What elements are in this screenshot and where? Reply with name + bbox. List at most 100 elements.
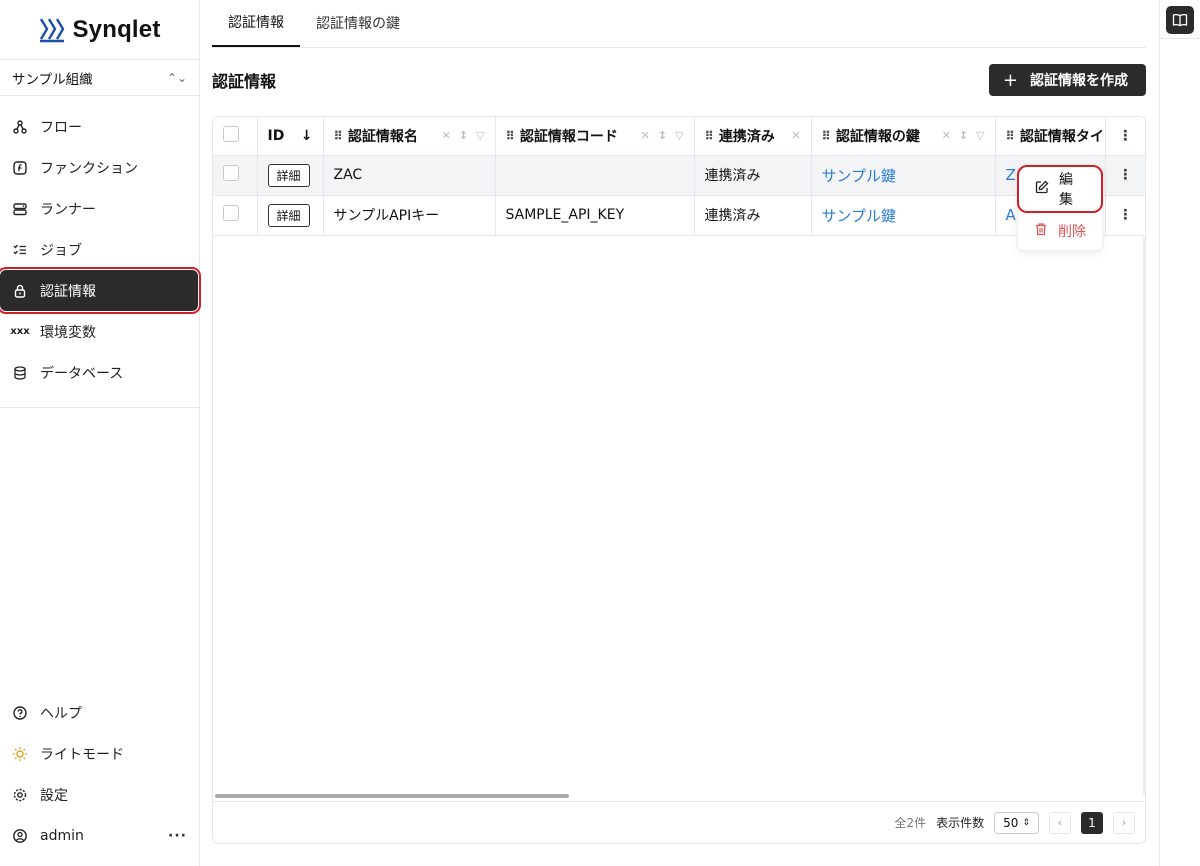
page-title: 認証情報 — [212, 72, 277, 91]
header-kebab-icon[interactable]: ⋮ — [1105, 117, 1145, 156]
nav-label: ランナー — [40, 201, 96, 218]
synqlet-logo-icon — [40, 17, 65, 42]
main-content: 認証情報 認証情報の鍵 認証情報 + 認証情報を作成 ID ↓ ⠿ 認証情報名 ✕ ↕ ▽… — [212, 0, 1146, 866]
nav-label: ライトモード — [40, 746, 124, 763]
filter-icon[interactable]: ▽ — [476, 129, 484, 142]
column-header-linked[interactable]: ⠿ 連携済み ✕ — [694, 117, 812, 156]
column-header-name[interactable]: ⠿ 認証情報名 ✕ ↕ ▽ — [323, 117, 496, 156]
chevron-updown-icon: ⇕ — [1022, 817, 1030, 828]
drag-handle-icon[interactable]: ⠿ — [822, 129, 831, 143]
nav-item-env[interactable]: xxx 環境変数 — [0, 311, 199, 352]
key-link[interactable]: サンプル鍵 — [822, 167, 897, 185]
row-checkbox[interactable] — [223, 205, 239, 221]
menu-item-delete[interactable]: 削除 — [1018, 211, 1102, 251]
nav-item-help[interactable]: ヘルプ — [0, 692, 199, 733]
help-icon — [12, 705, 28, 721]
detail-button[interactable]: 詳細 — [267, 203, 310, 227]
nav-label: 認証情報 — [40, 283, 96, 300]
prev-page-button[interactable]: ‹ — [1049, 811, 1071, 834]
row-linked: 連携済み — [694, 155, 812, 196]
drag-handle-icon[interactable]: ⠿ — [506, 129, 515, 143]
job-list-icon — [12, 242, 28, 258]
column-label: 連携済み — [718, 128, 775, 145]
nav-item-settings[interactable]: 設定 — [0, 774, 199, 815]
row-checkbox[interactable] — [223, 165, 239, 181]
nav-item-flow[interactable]: フロー — [0, 106, 199, 147]
per-page-value: 50 — [1003, 815, 1019, 830]
horizontal-scrollbar[interactable] — [215, 794, 569, 798]
select-all-checkbox[interactable] — [223, 125, 239, 142]
brand-name: Synqlet — [72, 15, 161, 43]
column-header-code[interactable]: ⠿ 認証情報コード ✕ ↕ ▽ — [495, 117, 695, 156]
brand-logo[interactable]: Synqlet — [0, 0, 199, 60]
more-menu-icon[interactable]: ··· — [168, 828, 187, 844]
bottom-nav: ヘルプ ライトモード 設定 admin ··· — [0, 692, 199, 856]
flow-icon — [12, 119, 28, 135]
sort-icon[interactable]: ↕ — [658, 129, 667, 142]
lock-icon — [12, 283, 28, 299]
nav-label: 設定 — [40, 787, 68, 804]
row-kebab-icon[interactable]: ⋮ — [1105, 195, 1145, 236]
tab-credentials[interactable]: 認証情報 — [212, 0, 300, 47]
menu-item-edit[interactable]: 編集 — [1017, 165, 1103, 213]
next-page-button[interactable]: › — [1113, 811, 1135, 834]
column-header-type[interactable]: ⠿ 認証情報タイ — [995, 117, 1106, 156]
clear-icon[interactable]: ✕ — [641, 129, 650, 142]
nav-item-user[interactable]: admin ··· — [0, 815, 199, 856]
tab-credential-keys[interactable]: 認証情報の鍵 — [300, 0, 416, 47]
column-header-key[interactable]: ⠿ 認証情報の鍵 ✕ ↕ ▽ — [811, 117, 996, 156]
row-kebab-icon[interactable]: ⋮ — [1105, 155, 1145, 196]
clear-icon[interactable]: ✕ — [442, 129, 451, 142]
nav-label: admin — [40, 827, 84, 844]
drag-handle-icon[interactable]: ⠿ — [705, 129, 714, 143]
nav-item-credentials[interactable]: 認証情報 — [0, 267, 201, 314]
table-row[interactable]: 詳細 サンプルAPIキー SAMPLE_API_KEY 連携済み サンプル鍵 A… — [213, 195, 1145, 236]
nav-item-function[interactable]: ファンクション — [0, 147, 199, 188]
per-page-select[interactable]: 50 ⇕ — [994, 811, 1039, 834]
column-header-id[interactable]: ID ↓ — [257, 117, 324, 156]
total-count: 全2件 — [894, 816, 927, 830]
table-row[interactable]: 詳細 ZAC 連携済み サンプル鍵 Z ⋮ — [213, 155, 1145, 196]
row-key: サンプル鍵 — [811, 195, 996, 236]
plus-icon: + — [1002, 69, 1018, 91]
nav-item-database[interactable]: データベース — [0, 352, 199, 393]
sort-icon[interactable]: ↕ — [959, 129, 968, 142]
pagination-bar: 全2件 表示件数 50 ⇕ ‹ 1 › — [213, 801, 1145, 843]
nav-item-job[interactable]: ジョブ — [0, 229, 199, 270]
create-credential-button[interactable]: + 認証情報を作成 — [988, 64, 1146, 96]
clear-icon[interactable]: ✕ — [942, 129, 951, 142]
page-number-button[interactable]: 1 — [1081, 811, 1103, 834]
type-link[interactable]: Z — [1006, 166, 1016, 184]
credentials-table: ID ↓ ⠿ 認証情報名 ✕ ↕ ▽ ⠿ 認証情報コード ✕ ↕ ▽ ⠿ 連携済み ✕ ⠿ 認証情報の鍵… — [212, 116, 1146, 844]
main-nav: フロー ファンクション ランナー ジョブ 認証情報 xxx 環境変数 データベー… — [0, 96, 201, 408]
per-page-label: 表示件数 — [936, 816, 985, 830]
right-panel-strip — [1159, 0, 1200, 866]
docs-button[interactable] — [1166, 6, 1194, 34]
type-link[interactable]: A — [1006, 206, 1016, 224]
clear-icon[interactable]: ✕ — [791, 129, 800, 142]
vertical-scrollbar[interactable] — [1143, 237, 1145, 795]
database-icon — [12, 365, 28, 381]
page-header: 認証情報 + 認証情報を作成 — [212, 64, 1146, 96]
nav-label: ジョブ — [40, 242, 82, 259]
filter-icon[interactable]: ▽ — [675, 129, 683, 142]
gear-icon — [12, 787, 28, 803]
sort-icon[interactable]: ↕ — [459, 129, 468, 142]
nav-item-runner[interactable]: ランナー — [0, 188, 199, 229]
nav-item-light-mode[interactable]: ライトモード — [0, 733, 199, 774]
column-label: 認証情報タイ — [1019, 128, 1104, 145]
org-name: サンプル組織 — [12, 71, 93, 88]
nav-label: 環境変数 — [40, 324, 96, 341]
select-all-cell — [213, 117, 258, 156]
sun-icon — [12, 746, 28, 762]
detail-button[interactable]: 詳細 — [267, 163, 310, 187]
drag-handle-icon[interactable]: ⠿ — [334, 129, 343, 143]
key-link[interactable]: サンプル鍵 — [822, 207, 897, 225]
row-context-menu: 編集 削除 — [1017, 165, 1103, 251]
drag-handle-icon[interactable]: ⠿ — [1006, 129, 1015, 143]
org-select[interactable]: サンプル組織 ⌃⌄ — [0, 60, 199, 96]
filter-icon[interactable]: ▽ — [976, 129, 984, 142]
sort-down-icon[interactable]: ↓ — [301, 128, 313, 144]
column-label: ID — [267, 127, 285, 144]
row-select-cell — [213, 155, 258, 196]
